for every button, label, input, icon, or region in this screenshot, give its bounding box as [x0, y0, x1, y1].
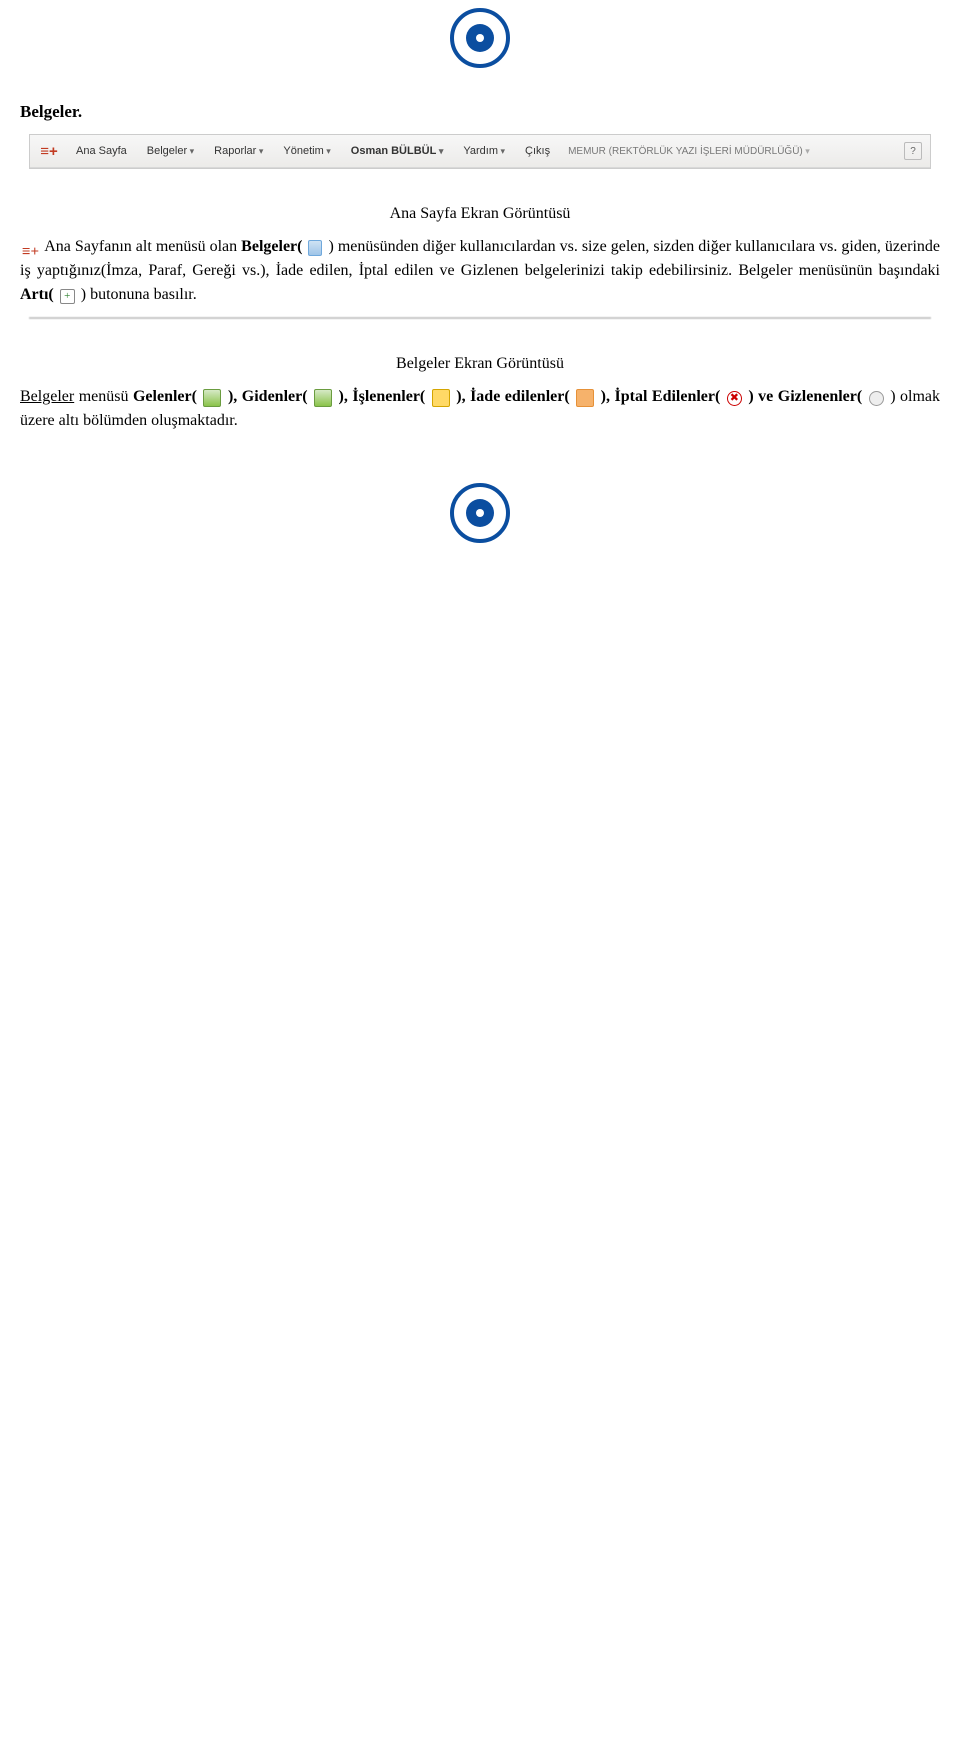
paragraph-belgeler-menu: Belgeler menüsü Gelenler( ), Gidenler( )…: [0, 385, 960, 433]
bolt-icon: [432, 389, 450, 407]
bold-iptal: İptal Edilenler(: [615, 388, 721, 405]
document-icon: [308, 240, 322, 256]
toolbar-item[interactable]: Çıkış: [517, 142, 558, 160]
logo-bullet-icon: ≡+: [22, 240, 39, 256]
header-logo: [0, 0, 960, 74]
toolbar-item[interactable]: Raporlar: [206, 142, 271, 160]
toolbar-item[interactable]: Belgeler: [139, 142, 202, 160]
help-icon[interactable]: ?: [904, 142, 922, 160]
bold-gizlenenler: Gizlenenler(: [778, 388, 862, 405]
text: menüsü: [79, 388, 133, 405]
university-logo-icon: [450, 8, 510, 68]
toolbar-item[interactable]: Yönetim: [275, 142, 338, 160]
bold-islenenler: İşlenenler(: [352, 388, 425, 405]
toolbar-role[interactable]: MEMUR (REKTÖRLÜK YAZI İŞLERİ MÜDÜRLÜĞÜ): [568, 146, 810, 157]
plus-box-icon: +: [60, 289, 75, 304]
app-logo-icon: ≡+: [38, 140, 60, 162]
inbox-out-icon: [314, 389, 332, 407]
inbox-in-icon: [203, 389, 221, 407]
app-screenshot-2: [29, 317, 931, 319]
underline-belgeler: Belgeler: [20, 388, 74, 405]
footer-logo: [0, 443, 960, 557]
text: ),: [601, 388, 615, 405]
text: ),: [339, 388, 353, 405]
toolbar-item[interactable]: Ana Sayfa: [68, 142, 135, 160]
paragraph-belgeler-intro: ≡+ Ana Sayfanın alt menüsü olan Belgeler…: [0, 235, 960, 307]
text: ),: [456, 388, 470, 405]
bold-iade: İade edilenler(: [470, 388, 570, 405]
bold-arti: Artı(: [20, 286, 54, 303]
warn-icon: [576, 389, 594, 407]
app-screenshot-1: ≡+ Ana SayfaBelgelerRaporlarYönetim Osman …: [29, 134, 931, 169]
toolbar-user[interactable]: Osman BÜLBÜL: [343, 142, 452, 160]
text: ) ve: [748, 388, 777, 405]
caption-ana-sayfa: Ana Sayfa Ekran Görüntüsü: [0, 205, 960, 223]
text: ) butonuna basılır.: [81, 286, 197, 303]
cross-icon: ✖: [727, 391, 742, 406]
university-logo-icon: [450, 483, 510, 543]
app-toolbar: ≡+ Ana SayfaBelgelerRaporlarYönetim Osman …: [30, 135, 930, 168]
bold-gidenler: Gidenler(: [242, 388, 308, 405]
text: Ana Sayfanın alt menüsü olan: [44, 238, 241, 255]
hidden-icon: [869, 391, 884, 406]
bold-belgeler: Belgeler(: [241, 238, 302, 255]
toolbar-item[interactable]: Yardım: [455, 142, 513, 160]
text: ),: [228, 388, 242, 405]
section-title: Belgeler.: [0, 102, 960, 122]
bold-gelenler: Gelenler(: [133, 388, 197, 405]
caption-belgeler: Belgeler Ekran Görüntüsü: [0, 355, 960, 373]
